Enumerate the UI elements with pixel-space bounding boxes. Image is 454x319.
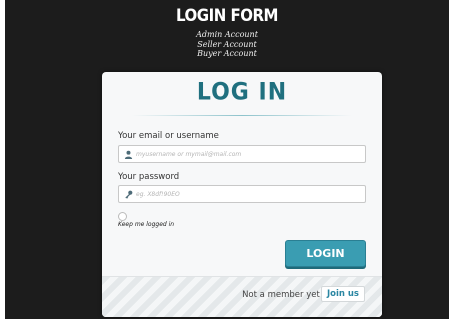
- password-input[interactable]: [136, 186, 361, 202]
- title-divider: [132, 115, 352, 116]
- username-input[interactable]: [136, 146, 361, 162]
- username-label: Your email or username: [118, 131, 219, 141]
- keep-logged-in-label: Keep me logged in: [118, 221, 175, 228]
- login-button[interactable]: LOGIN: [285, 240, 366, 267]
- account-item-admin: Admin Account: [196, 30, 258, 39]
- login-card: LOG IN Your email or username Your passw…: [102, 72, 382, 317]
- password-field[interactable]: [118, 185, 366, 203]
- account-item-seller: Seller Account: [197, 39, 257, 49]
- keep-logged-in-checkbox[interactable]: [118, 212, 127, 221]
- card-footer: Not a member yet ? Join us: [102, 276, 382, 317]
- not-member-text: Not a member yet ?: [242, 290, 327, 300]
- page-title: LOGIN FORM: [176, 4, 278, 26]
- login-heading: LOG IN: [196, 78, 288, 107]
- username-field[interactable]: [118, 145, 366, 163]
- join-us-button[interactable]: Join us: [320, 286, 365, 302]
- account-item-buyer: Buyer Account: [197, 49, 257, 58]
- user-icon: [124, 150, 133, 159]
- page-background: LOGIN FORM Admin Account Seller Account …: [5, 0, 449, 319]
- password-label: Your password: [118, 172, 180, 182]
- key-icon: [125, 190, 133, 199]
- account-list: Admin Account Seller Account Buyer Accou…: [5, 30, 449, 59]
